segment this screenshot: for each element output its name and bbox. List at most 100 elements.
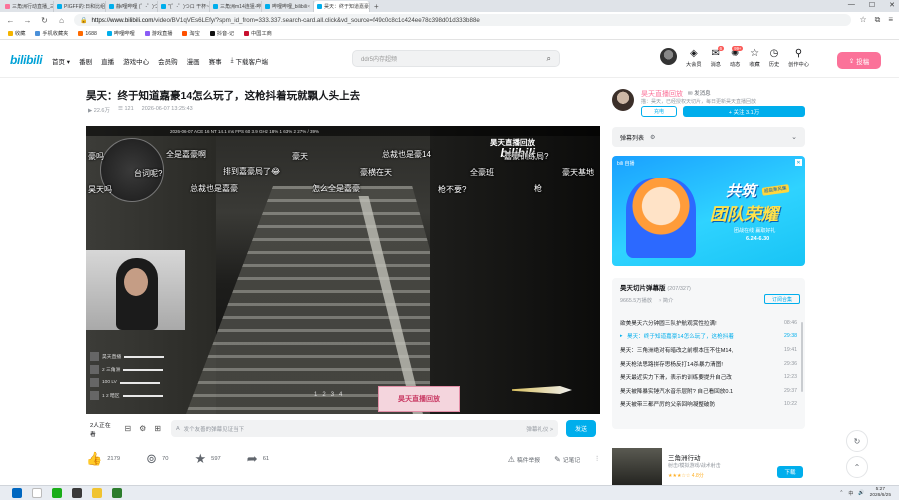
url-path: /video/BV1qVEs6LEfy/?spm_id_from=333.337… (153, 16, 480, 24)
collection-item[interactable]: 昊天最近实力下滑，表示的训练要提升自己改 12:23 (612, 370, 805, 384)
bookmark-label: 抖音-记 (216, 31, 235, 37)
header-item[interactable]: ◷ 历史 (769, 48, 779, 68)
windows-start-icon[interactable] (12, 488, 22, 498)
game-ad-card[interactable]: 三角洲行动 射击/模拟游戏/战术射击 ★★★☆☆ 4.8分 下载 (612, 448, 805, 486)
terminal-icon[interactable] (72, 488, 82, 498)
danmaku-toggle-icon[interactable]: ⊟ (124, 424, 131, 433)
bookmark-item[interactable]: 哔哩哔哩 (106, 30, 135, 37)
follow-button[interactable]: + 关注 3.1万 (683, 106, 805, 117)
ime-indicator[interactable]: 中 (848, 490, 853, 497)
report-button[interactable]: ⚠ 稿件举报 (508, 455, 540, 464)
bookmark-item[interactable]: 手机收藏夹 (35, 30, 68, 37)
game-download-button[interactable]: 下载 (777, 466, 803, 478)
bookmark-item[interactable]: 抖音-记 (209, 30, 235, 37)
reload-icon[interactable]: ↻ (40, 16, 49, 25)
extensions-icon[interactable]: ⧉ (875, 15, 881, 25)
search-icon[interactable]: ⌕ (547, 54, 551, 64)
collection-item[interactable]: 昊天被降暴实锤汽水音乐层附? 自己看回放0.1 29:37 (612, 384, 805, 398)
browser-tab[interactable]: 昊天：终于知道嘉豪14怎× (314, 1, 370, 12)
bookmark-item[interactable]: 淘宝 (182, 30, 200, 37)
danmaku-style-icon[interactable]: ⊞ (154, 424, 161, 433)
danmaku-list-toggle[interactable]: 弹幕列表 ⚙ ⌄ (612, 127, 805, 147)
url-field[interactable]: 🔒 https://www.bilibili.com/video/BV1qVEs… (74, 14, 852, 26)
bookmark-item[interactable]: 1688 (78, 31, 97, 37)
app-icon[interactable] (112, 488, 122, 498)
search-icon[interactable] (32, 488, 42, 498)
header-item[interactable]: ✉ 消息 6 (711, 46, 724, 68)
team-member-hp (123, 368, 164, 371)
collection-item[interactable]: 昊天被带三都严厉的父亲回响凝整破防 10:22 (612, 398, 805, 412)
collection-intro-link[interactable]: ◔ 简介 (658, 296, 673, 304)
header-item[interactable]: ◈ 大会员 (686, 48, 702, 68)
tab-close-icon[interactable]: × (307, 4, 310, 10)
chevron-down-icon[interactable]: ⌄ (791, 133, 797, 141)
search-input[interactable]: ddr5内存超频 (361, 54, 397, 63)
new-tab-button[interactable]: + (370, 1, 383, 12)
ad-close-icon[interactable]: ✕ (795, 159, 802, 166)
nav-item[interactable]: 直播 (101, 56, 114, 66)
browser-tab[interactable]: 三角洲m14连狙-哔哩哔哩× (210, 1, 262, 12)
forward-icon[interactable]: → (23, 16, 32, 25)
browser-tab[interactable]: PIGFF的:日和比组团× (54, 1, 106, 12)
collection-item[interactable]: 昊天枪法思路拼存思杨反打14杀暴力清图! 29:36 (612, 357, 805, 371)
favorite-button[interactable]: ★ 597 (194, 451, 220, 467)
uploader-avatar[interactable] (612, 89, 634, 111)
danmaku-input[interactable]: A 发个友善的弹幕见证当下 弹幕礼仪 > (170, 420, 559, 437)
nav-item[interactable]: 赛事 (209, 56, 222, 66)
nav-item[interactable]: 游戏中心 (123, 56, 149, 66)
avatar[interactable] (660, 48, 677, 65)
close-icon[interactable]: ✕ (889, 1, 895, 9)
nav-item[interactable]: 会员购 (158, 56, 178, 66)
folder-icon[interactable] (92, 488, 102, 498)
charge-button[interactable]: 充电 (641, 106, 677, 117)
share-button[interactable]: ➦ 61 (247, 451, 269, 467)
collection-item[interactable]: ▸ 昊天：终于知道嘉豪14怎么玩了，这枪抖着 29:38 (612, 330, 805, 344)
browser-tab[interactable]: 三角洲行动直播_三角洲行动× (2, 1, 54, 12)
wechat-icon[interactable] (52, 488, 62, 498)
back-to-top-icon[interactable]: ⌃ (846, 456, 868, 478)
browser-tab[interactable]: 静/哩哔哩 (゜-゜)つロ 干杯~× (106, 1, 158, 12)
bilibili-logo[interactable]: bilibili (10, 53, 43, 67)
danmaku-etiquette-link[interactable]: 弹幕礼仪 > (526, 425, 553, 433)
header-item[interactable]: ☆ 收藏 (749, 48, 759, 68)
bookmark-item[interactable]: 收藏 (8, 30, 25, 37)
nav-item[interactable]: 漫画 (187, 56, 200, 66)
ad-banner[interactable]: bili 自播 ✕ 超能乘风集 共筑 团队荣耀 团战在线 赢取好礼 6.24-6… (612, 156, 805, 266)
more-icon[interactable]: ⋮ (594, 456, 600, 462)
clock[interactable]: 5:27 2026/6/25 (870, 487, 891, 499)
collection-item[interactable]: 欲美昊天六分钟圆三队护航观赏性拉满! 08:46 (612, 316, 805, 330)
header-item[interactable]: ✺ 动态 99+ (730, 46, 744, 68)
header-item[interactable]: ⚲ 创作中心 (788, 48, 809, 68)
like-button[interactable]: 👍 2179 (86, 451, 120, 467)
star-icon[interactable]: ☆ (859, 15, 866, 25)
collection-scrollbar[interactable] (801, 322, 803, 392)
coin-button[interactable]: ⊚ 70 (146, 451, 168, 467)
bookmark-item[interactable]: 游戏直播 (144, 30, 172, 37)
home-icon[interactable]: ⌂ (57, 16, 66, 25)
download-client-link[interactable]: ⤓ 下载客户端 (231, 56, 268, 66)
collection-item[interactable]: 昊天：三角洲绝对有暗改之前根本压不住M14, 19:41 (612, 343, 805, 357)
note-button[interactable]: ✎ 记笔记 (554, 455, 580, 464)
volume-icon[interactable]: 🔊 (858, 490, 864, 496)
back-icon[interactable]: ← (6, 16, 15, 25)
send-button[interactable]: 发送 (566, 420, 596, 437)
danmaku-list-settings-icon[interactable]: ⚙ (650, 134, 655, 141)
search-bar[interactable]: ddr5内存超频 ⌕ (352, 50, 560, 67)
collection-title[interactable]: 昊天切片弹幕版 (207/327) (620, 282, 691, 292)
bookmark-item[interactable]: 中国工商 (244, 30, 272, 37)
minimize-icon[interactable]: — (848, 1, 855, 9)
tray-chevron-icon[interactable]: ⌃ (839, 490, 843, 496)
danmaku-settings-icon[interactable]: ⚙ (139, 424, 146, 433)
nav-item[interactable]: 首页 ▾ (52, 56, 70, 66)
subscribe-collection-button[interactable]: 订阅合集 (764, 294, 800, 304)
message-uploader-link[interactable]: ✉ 发消息 (688, 89, 711, 97)
menu-icon[interactable]: ≡ (888, 15, 893, 25)
refresh-fab-icon[interactable]: ↻ (846, 430, 868, 452)
upload-button[interactable]: ⇪ 投稿 (837, 52, 881, 69)
nav-item[interactable]: 番剧 (79, 56, 92, 66)
font-icon[interactable]: A (176, 426, 180, 432)
video-player[interactable]: 2026-06-07 ACE 16 NT 14.1 ms FPS 60 3.9 … (86, 126, 600, 414)
maximize-icon[interactable]: ☐ (869, 1, 875, 9)
browser-tab[interactable]: "(゜-゜)つロ 干杯~× (158, 1, 210, 12)
browser-tab[interactable]: 哔哩哔哩_bilibili × (262, 1, 314, 12)
